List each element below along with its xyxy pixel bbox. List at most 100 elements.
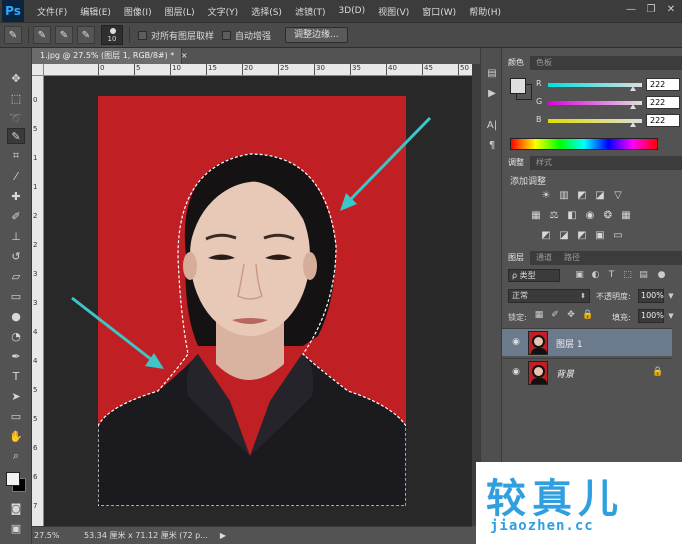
- marquee-tool-icon[interactable]: ⬚: [7, 90, 25, 106]
- filter-type-icon[interactable]: T: [606, 269, 617, 281]
- menu-select[interactable]: 选择(S): [251, 5, 282, 18]
- lock-position-icon[interactable]: ✥: [566, 310, 576, 322]
- red-channel-slider[interactable]: [548, 83, 642, 87]
- hue-saturation-icon[interactable]: ▦: [530, 210, 542, 222]
- lock-all-icon[interactable]: 🔒: [582, 310, 593, 322]
- lasso-tool-icon[interactable]: ➰: [7, 110, 25, 126]
- levels-icon[interactable]: ▥: [558, 190, 570, 202]
- fill-input[interactable]: 100%: [638, 309, 664, 323]
- green-channel-slider[interactable]: [548, 101, 642, 105]
- posterize-icon[interactable]: ◪: [558, 230, 570, 242]
- menu-image[interactable]: 图像(I): [124, 5, 152, 18]
- blend-mode-dropdown-icon[interactable]: ⬍: [578, 289, 588, 303]
- vibrance-icon[interactable]: ▽: [612, 190, 624, 202]
- sample-all-layers-checkbox[interactable]: [138, 30, 147, 40]
- history-panel-icon[interactable]: ▤: [484, 66, 500, 82]
- quick-mask-icon[interactable]: ◙: [7, 500, 25, 516]
- eraser-tool-icon[interactable]: ▱: [7, 268, 25, 284]
- pen-tool-icon[interactable]: ✒: [7, 348, 25, 364]
- restore-button[interactable]: ❐: [644, 3, 658, 17]
- auto-enhance-checkbox[interactable]: [222, 30, 232, 40]
- opacity-input[interactable]: 100%: [638, 289, 664, 303]
- quick-selection-tool-icon[interactable]: ✎: [7, 128, 25, 144]
- color-lookup-icon[interactable]: ▦: [620, 210, 632, 222]
- status-menu-arrow[interactable]: ▶: [220, 531, 226, 540]
- gradient-tool-icon[interactable]: ▭: [7, 288, 25, 304]
- blue-channel-value[interactable]: 222: [646, 114, 680, 127]
- move-tool-icon[interactable]: ✥: [7, 70, 25, 86]
- layer-row-layer1[interactable]: ◉ 图层 1: [502, 328, 672, 356]
- clone-stamp-tool-icon[interactable]: ⊥: [7, 228, 25, 244]
- black-white-icon[interactable]: ◧: [566, 210, 578, 222]
- red-slider-thumb[interactable]: [630, 86, 636, 91]
- brush-tool-icon[interactable]: ✐: [7, 208, 25, 224]
- layer-filter-select[interactable]: ρ 类型: [508, 269, 560, 282]
- zoom-level[interactable]: 27.5%: [32, 531, 66, 540]
- brightness-contrast-icon[interactable]: ☀: [540, 190, 552, 202]
- zoom-tool-icon[interactable]: ⌕: [7, 448, 25, 464]
- menu-help[interactable]: 帮助(H): [469, 5, 501, 18]
- panel-foreground-swatch[interactable]: [510, 78, 526, 94]
- menu-type[interactable]: 文字(Y): [208, 5, 239, 18]
- green-slider-thumb[interactable]: [630, 104, 636, 109]
- blur-tool-icon[interactable]: ●: [7, 308, 25, 324]
- screen-mode-icon[interactable]: ▣: [7, 520, 25, 536]
- vertical-scrollbar[interactable]: [472, 64, 480, 526]
- add-to-selection-icon[interactable]: ✎: [55, 26, 73, 44]
- filter-smart-object-icon[interactable]: ▤: [638, 269, 649, 281]
- actions-panel-icon[interactable]: ▶: [484, 86, 500, 102]
- shape-tool-icon[interactable]: ▭: [7, 408, 25, 424]
- refine-edge-button[interactable]: 调整边缘...: [285, 27, 348, 43]
- tab-layers[interactable]: 图层: [502, 251, 530, 265]
- layer-row-background[interactable]: ◉ 背景 🔒: [502, 358, 672, 386]
- menu-3d[interactable]: 3D(D): [338, 6, 365, 16]
- type-tool-icon[interactable]: T: [7, 368, 25, 384]
- new-selection-icon[interactable]: ✎: [33, 26, 51, 44]
- eyedropper-tool-icon[interactable]: ⁄: [7, 168, 25, 184]
- tab-adjustments[interactable]: 调整: [502, 156, 530, 170]
- tab-paths[interactable]: 路径: [558, 251, 586, 265]
- document-tab[interactable]: 1.jpg @ 27.5% (图层 1, RGB/8#) * ×: [32, 48, 188, 64]
- color-spectrum-bar[interactable]: [510, 138, 658, 150]
- visibility-eye-icon[interactable]: ◉: [510, 367, 522, 379]
- history-brush-tool-icon[interactable]: ↺: [7, 248, 25, 264]
- opacity-dropdown-icon[interactable]: ▼: [666, 289, 676, 303]
- visibility-eye-icon[interactable]: ◉: [510, 337, 522, 349]
- menu-window[interactable]: 窗口(W): [422, 5, 456, 18]
- tab-color[interactable]: 颜色: [502, 56, 530, 70]
- hand-tool-icon[interactable]: ✋: [7, 428, 25, 444]
- quick-selection-preset-icon[interactable]: ✎: [4, 26, 22, 44]
- menu-view[interactable]: 视图(V): [378, 5, 409, 18]
- color-balance-icon[interactable]: ⚖: [548, 210, 560, 222]
- green-channel-value[interactable]: 222: [646, 96, 680, 109]
- tab-channels[interactable]: 通道: [530, 251, 558, 265]
- lock-image-icon[interactable]: ✐: [550, 310, 560, 322]
- menu-edit[interactable]: 编辑(E): [80, 5, 111, 18]
- photo-filter-icon[interactable]: ◉: [584, 210, 596, 222]
- minimize-button[interactable]: —: [624, 3, 638, 17]
- tab-swatches[interactable]: 色板: [530, 56, 558, 70]
- brush-size-picker[interactable]: 10: [101, 25, 123, 45]
- selective-color-icon[interactable]: ▣: [594, 230, 606, 242]
- blue-channel-slider[interactable]: [548, 119, 642, 123]
- subtract-from-selection-icon[interactable]: ✎: [77, 26, 95, 44]
- paragraph-panel-icon[interactable]: ¶: [484, 138, 500, 154]
- foreground-color-swatch[interactable]: [6, 472, 20, 486]
- close-button[interactable]: ✕: [664, 3, 678, 17]
- red-channel-value[interactable]: 222: [646, 78, 680, 91]
- blue-slider-thumb[interactable]: [630, 122, 636, 127]
- filter-shape-icon[interactable]: ⬚: [622, 269, 633, 281]
- menu-file[interactable]: 文件(F): [37, 5, 67, 18]
- filter-toggle-icon[interactable]: ●: [656, 269, 667, 281]
- lock-transparent-icon[interactable]: ▦: [534, 310, 544, 322]
- path-selection-tool-icon[interactable]: ➤: [7, 388, 25, 404]
- close-tab-icon[interactable]: ×: [181, 51, 188, 60]
- character-panel-icon[interactable]: A|: [484, 118, 500, 134]
- tab-styles[interactable]: 样式: [530, 156, 558, 170]
- gradient-map-icon[interactable]: ▭: [612, 230, 624, 242]
- filter-pixel-icon[interactable]: ▣: [574, 269, 585, 281]
- invert-icon[interactable]: ◩: [540, 230, 552, 242]
- crop-tool-icon[interactable]: ⌗: [7, 148, 25, 164]
- healing-brush-tool-icon[interactable]: ✚: [7, 188, 25, 204]
- menu-layer[interactable]: 图层(L): [165, 5, 195, 18]
